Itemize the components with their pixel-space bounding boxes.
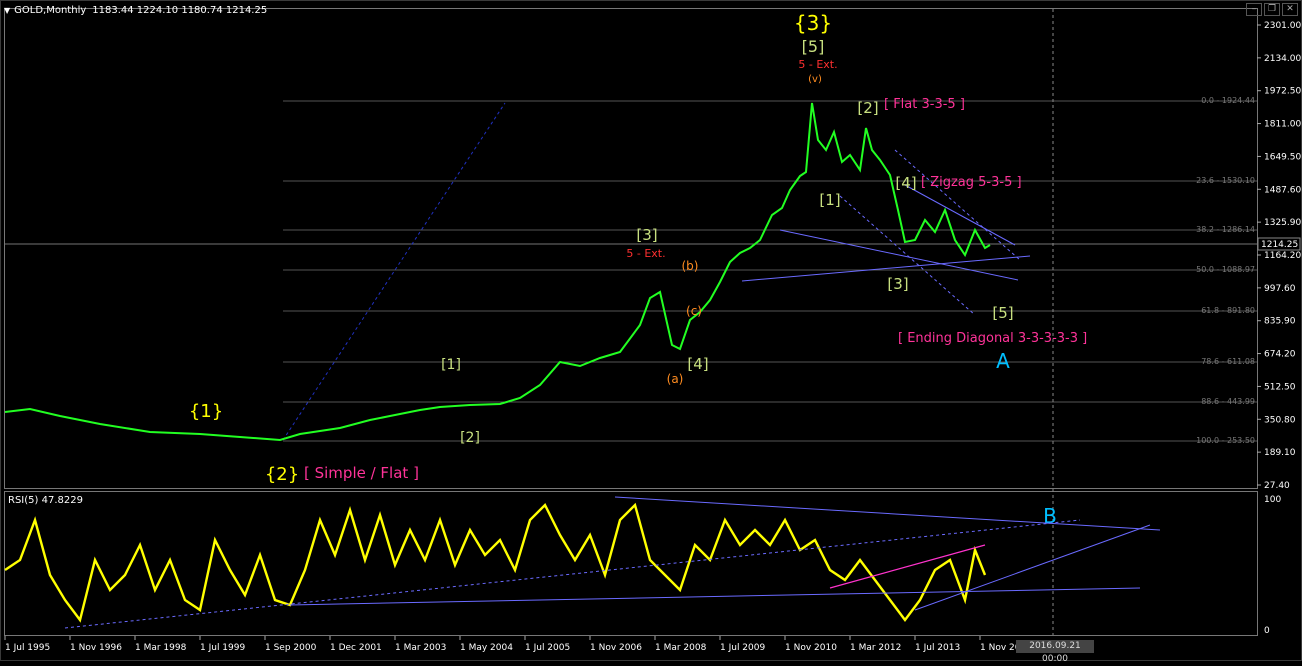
chart-window[interactable]: 2301.00 2134.00 1972.50 1811.00 1649.50 1487.…: [0, 0, 1302, 664]
dropdown-triangle-icon[interactable]: ▼: [4, 6, 10, 15]
close-icon[interactable]: ✕: [1282, 3, 1298, 16]
chart-header: ▼ GOLD,Monthly 1183.44 1224.10 1180.74 121…: [4, 4, 267, 18]
rsi-label: RSI(5) 47.8229: [8, 495, 83, 506]
window-controls: – ❐ ✕: [1246, 3, 1298, 16]
symbol-label: GOLD,Monthly: [14, 5, 87, 16]
minimize-icon[interactable]: –: [1246, 3, 1262, 16]
restore-icon[interactable]: ❐: [1264, 3, 1280, 16]
time-cursor-label: 2016.09.21 00:00: [1016, 640, 1094, 664]
ohlc-values: 1183.44 1224.10 1180.74 1214.25: [92, 5, 268, 16]
frame-border: [0, 0, 1302, 661]
